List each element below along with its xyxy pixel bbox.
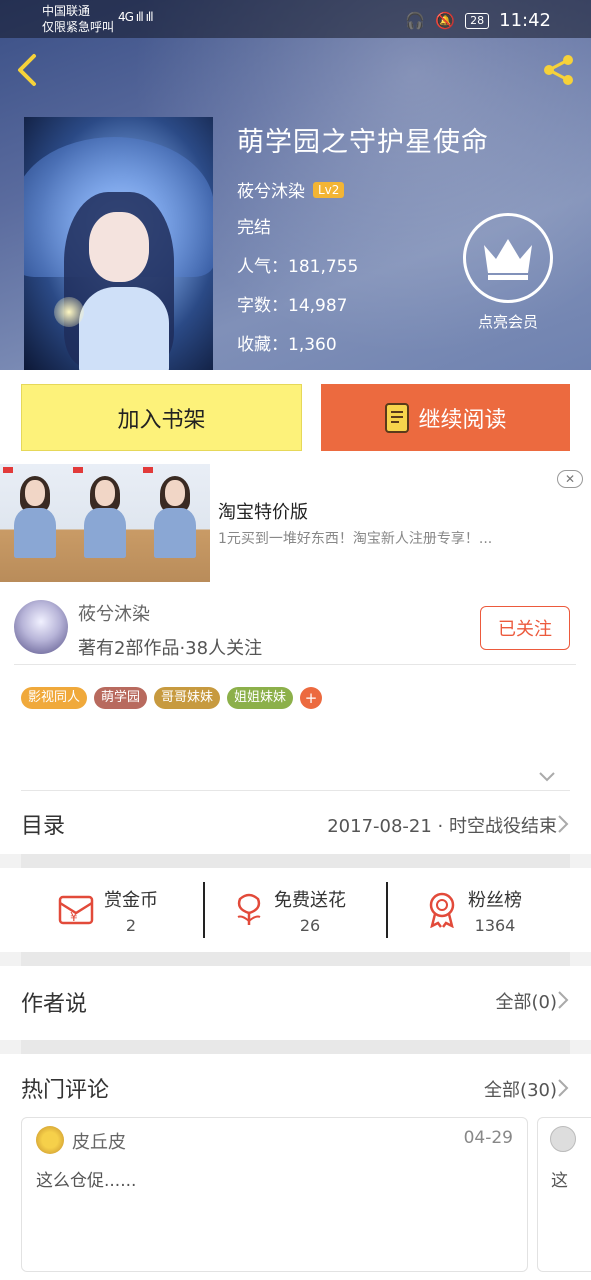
- continue-reading-label: 继续阅读: [418, 407, 507, 433]
- comment-card[interactable]: 这: [537, 1117, 591, 1272]
- author-name[interactable]: 莜兮沐染: [78, 600, 150, 626]
- tag-item[interactable]: 影视同人: [21, 687, 88, 709]
- toc-title: 目录: [21, 814, 66, 839]
- hot-comments-title: 热门评论: [21, 1078, 110, 1103]
- section-divider: [21, 1040, 570, 1054]
- comment-text: 这: [551, 1171, 568, 1191]
- share-button[interactable]: [541, 52, 577, 92]
- book-cover[interactable]: [24, 117, 213, 370]
- add-to-shelf-button[interactable]: 加入书架: [21, 384, 302, 451]
- stats-bar: ¥ 赏金币 2 免费送花 26 粉丝榜 1364: [0, 868, 591, 952]
- ad-close-button[interactable]: ✕: [557, 470, 583, 488]
- battery-indicator: 28: [465, 12, 490, 29]
- book-word-count: 字数：14,987: [237, 296, 348, 316]
- follow-button[interactable]: 已关注: [480, 606, 570, 650]
- toc-latest-chapter: 2017-08-21 · 时空战役结束: [327, 816, 557, 837]
- flower-icon: [237, 893, 261, 925]
- ad-title: 淘宝特价版: [218, 502, 308, 523]
- avatar: [36, 1126, 64, 1154]
- book-title: 萌学园之守护星使命: [237, 127, 489, 158]
- author-says-all: 全部(0): [495, 992, 558, 1013]
- send-flower-button[interactable]: 免费送花 26: [234, 868, 346, 952]
- crown-icon: [484, 239, 532, 280]
- svg-text:¥: ¥: [70, 910, 78, 924]
- divider: [386, 882, 388, 938]
- comment-text: 这么仓促......: [36, 1171, 137, 1191]
- vip-button[interactable]: [463, 213, 553, 303]
- reward-label: 赏金币: [104, 889, 158, 911]
- toc-row[interactable]: 目录 2017-08-21 · 时空战役结束: [0, 790, 591, 854]
- vip-label: 点亮会员: [477, 313, 538, 331]
- book-popularity: 人气：181,755: [237, 257, 359, 277]
- fan-ranking-button[interactable]: 粉丝榜 1364: [426, 868, 522, 952]
- flower-label: 免费送花: [274, 889, 346, 911]
- carrier-info: 中国联通 仅限紧急呼叫: [42, 4, 115, 34]
- tag-item[interactable]: 哥哥妹妹: [154, 687, 221, 709]
- book-favorites: 收藏：1,360: [237, 335, 337, 355]
- share-icon: [544, 55, 573, 85]
- divider: [203, 882, 205, 938]
- chevron-left-icon: [18, 54, 36, 86]
- section-divider: [21, 854, 570, 868]
- author-level-badge: Lv2: [313, 181, 345, 198]
- hot-comments-all[interactable]: 全部(30): [484, 1076, 557, 1102]
- comment-card[interactable]: 皮丘皮 04-29 这么仓促......: [21, 1117, 528, 1272]
- back-button[interactable]: [14, 52, 40, 92]
- fans-value: 1364: [474, 915, 516, 935]
- author-says-row[interactable]: 作者说 全部(0): [0, 966, 591, 1040]
- chevron-right-icon: [558, 815, 569, 833]
- medal-icon: [429, 892, 455, 928]
- author-says-title: 作者说: [21, 992, 88, 1017]
- flower-value: 26: [299, 915, 321, 935]
- mute-icon: 🔕: [435, 11, 456, 30]
- comment-date: 04-29: [463, 1128, 513, 1148]
- signal-icon: 4G ıll ıll: [118, 10, 154, 24]
- status-bar: 中国联通 仅限紧急呼叫 4G ıll ıll 🎧 🔕 28 11:42: [0, 0, 591, 38]
- expand-button[interactable]: [538, 768, 556, 787]
- chevron-right-icon: [558, 1079, 569, 1097]
- avatar[interactable]: [14, 600, 68, 654]
- book-status: 完结: [237, 218, 271, 238]
- comment-user: 皮丘皮: [72, 1132, 126, 1153]
- continue-reading-button[interactable]: 继续阅读: [321, 384, 570, 451]
- avatar: [550, 1126, 576, 1152]
- section-divider: [21, 952, 570, 966]
- ad-description: 1元买到一堆好东西！淘宝新人注册专享！...: [218, 531, 493, 547]
- fans-label: 粉丝榜: [468, 889, 522, 911]
- add-tag-button[interactable]: +: [300, 687, 323, 709]
- headphone-icon: 🎧: [405, 11, 426, 30]
- tag-list: 影视同人 萌学园 哥哥妹妹 姐姐妹妹 +: [21, 687, 323, 709]
- tag-item[interactable]: 姐姐妹妹: [227, 687, 294, 709]
- chevron-down-icon: [539, 772, 555, 782]
- author-summary: 著有2部作品·38人关注: [78, 638, 263, 659]
- book-icon: [385, 402, 410, 433]
- book-info: 萌学园之守护星使命 莜兮沐染 Lv2 完结 人气：181,755 字数：14,9…: [237, 125, 489, 356]
- clock: 11:42: [499, 10, 551, 31]
- reward-value: 2: [125, 915, 137, 935]
- divider: [14, 664, 576, 665]
- ad-image: [0, 464, 210, 582]
- book-author[interactable]: 莜兮沐染: [237, 177, 305, 202]
- reward-coin-button[interactable]: ¥ 赏金币 2: [58, 868, 158, 952]
- action-bar: 加入书架 继续阅读: [0, 370, 591, 464]
- tag-item[interactable]: 萌学园: [94, 687, 148, 709]
- author-card: 莜兮沐染 著有2部作品·38人关注 已关注 影视同人 萌学园 哥哥妹妹 姐姐妹妹…: [0, 590, 591, 790]
- ad-banner[interactable]: ✕ 淘宝特价版 1元买到一堆好东西！淘宝新人注册专享！...: [0, 464, 591, 590]
- red-envelope-icon: ¥: [58, 895, 94, 925]
- chevron-right-icon: [558, 991, 569, 1009]
